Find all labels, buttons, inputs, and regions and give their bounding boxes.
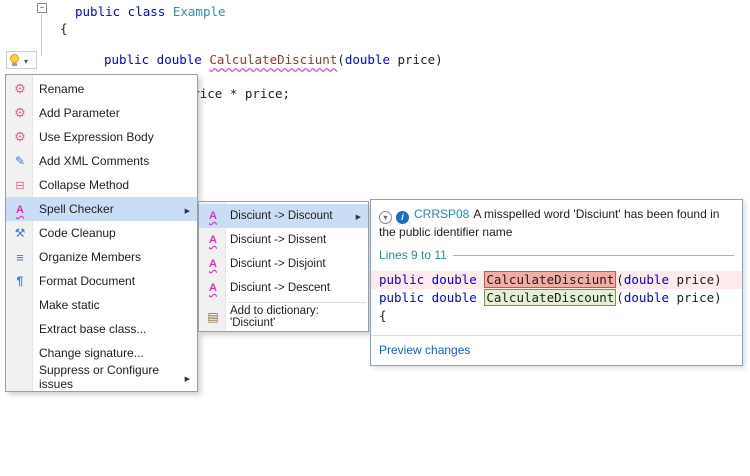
menu-item-make-static[interactable]: Make static [6,293,197,317]
rule-id: CRRSP08 [414,207,469,221]
menu-item-spell-checker[interactable]: Spell Checker [6,197,197,221]
menu-item-label: Make static [39,298,100,312]
menu-item-label: Add to dictionary: 'Disciunt' [230,305,361,329]
dictionary-book-icon [204,310,222,324]
spell-suggestion-icon [204,258,222,270]
spell-suggestion-icon [204,234,222,246]
menu-item-collapse-method[interactable]: Collapse Method [6,173,197,197]
new-code-line: public double CalculateDiscount(double p… [371,289,742,307]
token-paren: ( [616,290,624,305]
code-line-open-brace: { [60,21,68,37]
submenu-arrow-icon [356,210,361,222]
menu-item-label: Add Parameter [39,106,120,120]
token-keyword: public double [379,290,484,305]
menu-item-label: Rename [39,82,84,96]
spell-suggestion-icon [204,210,222,222]
submenu-arrow-icon [185,202,190,216]
code-line-method-signature: public double CalculateDisciunt(double p… [104,52,443,68]
chevron-down-icon [24,51,28,69]
diagnostic-header: CRRSP08A misspelled word 'Disciunt' has … [371,200,742,240]
token-keyword: public double [379,272,484,287]
collapse-method-icon [11,178,29,192]
submenu-item-disjoint[interactable]: Disciunt -> Disjoint [199,252,368,276]
lines-range-rule [453,255,734,256]
menu-item-code-cleanup[interactable]: Code Cleanup [6,221,197,245]
token-brace: { [379,308,387,323]
menu-item-label: Disciunt -> Disjoint [230,258,326,270]
menu-item-rename[interactable]: Rename [6,77,197,101]
menu-item-label: Change signature... [39,346,144,360]
token-keyword: public class [75,4,173,19]
old-code-line: public double CalculateDisciunt(double p… [371,271,742,289]
old-identifier: CalculateDisciunt [484,271,616,288]
menu-item-label: Format Document [39,274,135,288]
menu-item-add-parameter[interactable]: Add Parameter [6,101,197,125]
spell-suggestion-icon [204,282,222,294]
menu-item-use-expression-body[interactable]: Use Expression Body [6,125,197,149]
method-name-misspelled: CalculateDisciunt [209,52,337,67]
lines-range-label: Lines 9 to 11 [379,248,447,262]
spell-checker-icon [11,202,29,216]
indent-guide [41,14,42,56]
menu-item-suppress-configure-issues[interactable]: Suppress or Configure issues [6,365,197,389]
token-parameter: price) [669,290,722,305]
add-parameter-icon [11,105,29,121]
fold-collapse-icon[interactable] [37,3,47,13]
code-preview: public double CalculateDisciunt(double p… [371,271,742,325]
token-paren: ( [337,52,345,67]
submenu-item-dissent[interactable]: Disciunt -> Dissent [199,228,368,252]
token-keyword: double [624,272,669,287]
menu-item-format-document[interactable]: Format Document [6,269,197,293]
menu-item-add-xml-comments[interactable]: Add XML Comments [6,149,197,173]
code-cleanup-icon [11,226,29,240]
expression-body-icon [11,129,29,145]
collapse-chevron-icon[interactable] [379,211,392,224]
xml-comments-icon [11,154,29,168]
menu-item-label: Collapse Method [39,178,129,192]
organize-members-icon [11,250,29,265]
menu-item-label: Disciunt -> Dissent [230,234,326,246]
menu-item-label: Organize Members [39,250,141,264]
context-menu: Rename Add Parameter Use Expression Body… [5,74,198,392]
menu-item-extract-base-class[interactable]: Extract base class... [6,317,197,341]
new-identifier: CalculateDiscount [484,289,616,306]
brace-code-line: { [371,307,742,325]
menu-item-label: Add XML Comments [39,154,149,168]
token-brace: { [60,21,68,36]
lines-range-row: Lines 9 to 11 [379,248,734,262]
code-line-class-declaration: public class Example [75,4,226,20]
info-icon [396,211,409,224]
menu-item-label: Disciunt -> Discount [230,210,333,222]
class-name: Example [173,4,226,19]
token-keyword: public double [104,52,209,67]
submenu-item-descent[interactable]: Disciunt -> Descent [199,276,368,300]
vs-editor-screenshot: public class Example { public double Cal… [0,0,750,476]
menu-item-organize-members[interactable]: Organize Members [6,245,197,269]
format-document-icon [11,274,29,288]
spell-checker-submenu: Disciunt -> Discount Disciunt -> Dissent… [198,201,369,332]
menu-item-change-signature[interactable]: Change signature... [6,341,197,365]
menu-separator [229,302,366,303]
submenu-item-discount[interactable]: Disciunt -> Discount [199,204,368,228]
submenu-arrow-icon [185,370,190,384]
menu-item-label: Use Expression Body [39,130,154,144]
rename-icon [11,81,29,97]
token-parameter: price) [669,272,722,287]
preview-changes-link[interactable]: Preview changes [371,336,742,365]
token-keyword: double [624,290,669,305]
menu-item-label: Disciunt -> Descent [230,282,330,294]
menu-item-label: Code Cleanup [39,226,116,240]
menu-item-label: Suppress or Configure issues [39,363,185,391]
submenu-item-add-to-dictionary[interactable]: Add to dictionary: 'Disciunt' [199,305,368,329]
token-paren: ( [616,272,624,287]
lightbulb-icon [10,54,19,63]
token-keyword: double [345,52,390,67]
menu-item-label: Extract base class... [39,322,146,336]
token-parameter: price) [390,52,443,67]
menu-item-label: Spell Checker [39,202,114,216]
refactor-preview-popup: CRRSP08A misspelled word 'Disciunt' has … [370,199,743,366]
quick-actions-lightbulb[interactable] [6,51,37,69]
